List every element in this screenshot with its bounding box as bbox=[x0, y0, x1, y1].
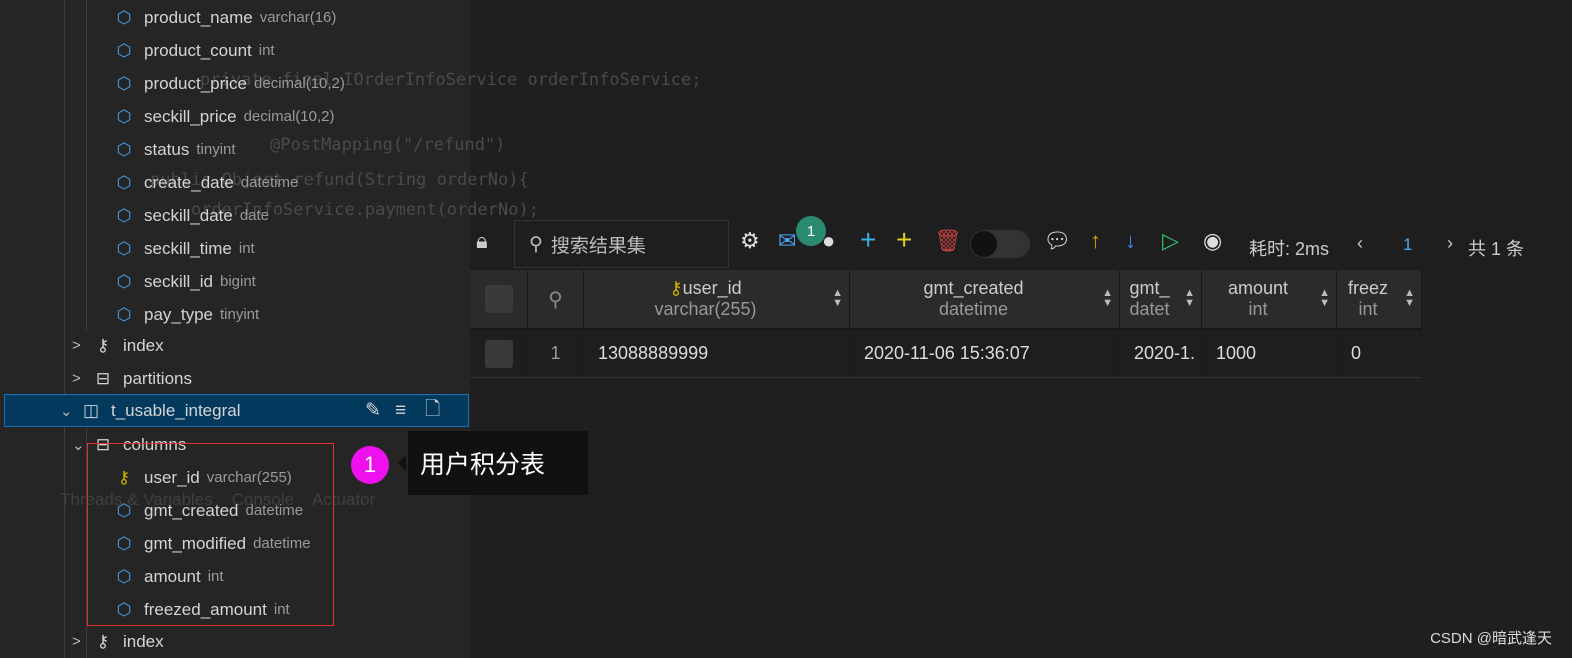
column-header[interactable]: amount int ▲ ▼ bbox=[1202, 270, 1337, 328]
sort-icon[interactable]: ▲ ▼ bbox=[1404, 288, 1415, 309]
key-icon: ⚷ bbox=[96, 335, 110, 355]
column-header[interactable]: ⚷user_id varchar(255) ▲ ▼ bbox=[584, 270, 850, 328]
tree-column[interactable]: ⬡ pay_type tinyint bbox=[113, 298, 260, 331]
key-icon: ⚷ bbox=[669, 278, 683, 298]
tree-column[interactable]: ⬡ seckill_price decimal(10,2) bbox=[113, 100, 335, 133]
tree-item-table[interactable]: ⌄ ◫ t_usable_integral ✎ ≡ 🗋 bbox=[60, 394, 470, 427]
tree-column[interactable]: ⬡ status tinyint bbox=[113, 133, 236, 166]
highlight-box bbox=[87, 443, 334, 626]
key-icon: ⚷ bbox=[96, 631, 110, 651]
sort-icon[interactable]: ▲ ▼ bbox=[1319, 288, 1330, 309]
tree-item-partitions[interactable]: > ⊟ partitions bbox=[72, 362, 192, 395]
cube-icon: ⬡ bbox=[116, 7, 132, 27]
table-cell[interactable]: 0 bbox=[1337, 330, 1422, 377]
row-checkbox[interactable] bbox=[484, 339, 513, 368]
eye-icon[interactable]: ◉ bbox=[1203, 228, 1222, 254]
list-icon[interactable]: ≡ bbox=[395, 400, 406, 422]
cube-icon: ⬡ bbox=[116, 205, 132, 225]
tree-column[interactable]: ⬡ create_date datetime bbox=[113, 166, 299, 199]
cube-icon: ⬡ bbox=[116, 73, 132, 93]
total-count: 共 1 条 bbox=[1468, 239, 1525, 259]
tree-column[interactable]: ⬡ product_price decimal(10,2) bbox=[113, 67, 345, 100]
tree-item-index[interactable]: > ⚷ index bbox=[72, 625, 164, 658]
cube-icon: ⬡ bbox=[116, 139, 132, 159]
column-header[interactable]: freez int ▲ ▼ bbox=[1337, 270, 1422, 328]
column-header[interactable]: gmt_created datetime ▲ ▼ bbox=[850, 270, 1120, 328]
tree-column[interactable]: ⬡ seckill_id bigint bbox=[113, 265, 256, 298]
cube-icon: ⬡ bbox=[116, 238, 132, 258]
tree-column[interactable]: ⬡ product_name varchar(16) bbox=[113, 1, 337, 34]
edit-icon[interactable]: ✎ bbox=[365, 399, 381, 422]
file-icon[interactable]: 🗋 bbox=[425, 395, 440, 427]
sort-icon[interactable]: ▲ ▼ bbox=[1184, 288, 1195, 309]
tree-item-index[interactable]: > ⚷ index bbox=[72, 329, 164, 362]
cube-icon: ⬡ bbox=[116, 172, 132, 192]
mail-icon[interactable]: ✉ bbox=[778, 228, 796, 254]
annotation-badge: 1 bbox=[351, 446, 389, 484]
next-page-button[interactable]: › bbox=[1447, 233, 1453, 254]
prev-page-button[interactable]: ‹ bbox=[1357, 233, 1363, 254]
search-icon[interactable]: ⚲ bbox=[528, 270, 584, 328]
cube-icon: ⬡ bbox=[116, 304, 132, 324]
sort-icon[interactable]: ▲ ▼ bbox=[832, 288, 843, 309]
annotation-tooltip: 用户积分表 bbox=[398, 431, 588, 495]
tree-column[interactable]: ⬡ seckill_date date bbox=[113, 199, 269, 232]
tree-column[interactable]: ⬡ product_count int bbox=[113, 34, 275, 67]
search-icon: ⚲ bbox=[529, 233, 543, 255]
search-input[interactable]: ⚲ 搜索结果集 bbox=[514, 220, 729, 268]
column-header[interactable]: gmt_ datet ▲ ▼ bbox=[1120, 270, 1202, 328]
run-icon[interactable]: ▷ bbox=[1162, 228, 1179, 254]
tree-column[interactable]: ⬡ seckill_time int bbox=[113, 232, 255, 265]
sort-icon[interactable]: ▲ ▼ bbox=[1102, 288, 1113, 309]
time-label: 耗时: 2ms bbox=[1249, 239, 1330, 259]
table-cell[interactable]: 1000 bbox=[1202, 330, 1337, 377]
gear-icon[interactable]: ⚙ bbox=[740, 228, 760, 254]
result-grid: ⚲ ⚷user_id varchar(255) ▲ ▼ gmt_created datet… bbox=[470, 270, 1422, 378]
arrow-up-icon[interactable]: ↑ bbox=[1090, 228, 1101, 254]
table-cell[interactable]: 2020-1. bbox=[1120, 330, 1202, 377]
bg-code: @PostMapping("/refund") bbox=[270, 135, 506, 155]
table-cell[interactable]: 13088889999 bbox=[584, 330, 850, 377]
page-number[interactable]: 1 bbox=[1403, 235, 1412, 255]
table-icon: ◫ bbox=[82, 400, 100, 420]
row-index: 1 bbox=[528, 330, 584, 377]
add-row-icon[interactable]: + bbox=[860, 224, 876, 256]
cube-icon: ⬡ bbox=[116, 106, 132, 126]
delete-icon[interactable]: 🗑︎ bbox=[934, 228, 962, 254]
comment-icon[interactable]: 💬︎ bbox=[1043, 228, 1071, 254]
add-icon[interactable]: + bbox=[896, 224, 912, 256]
lock-icon[interactable]: 🔒︎ bbox=[476, 228, 488, 254]
watermark: CSDN @暗武逢天 bbox=[1430, 630, 1552, 647]
github-icon[interactable]: ● bbox=[822, 228, 835, 254]
partitions-icon: ⊟ bbox=[95, 368, 111, 388]
arrow-down-icon[interactable]: ↓ bbox=[1125, 228, 1136, 254]
table-cell[interactable]: 2020-11-06 15:36:07 bbox=[850, 330, 1120, 377]
cube-icon: ⬡ bbox=[116, 40, 132, 60]
select-all-checkbox[interactable] bbox=[484, 285, 513, 313]
cube-icon: ⬡ bbox=[116, 271, 132, 291]
toggle[interactable] bbox=[970, 230, 1030, 258]
